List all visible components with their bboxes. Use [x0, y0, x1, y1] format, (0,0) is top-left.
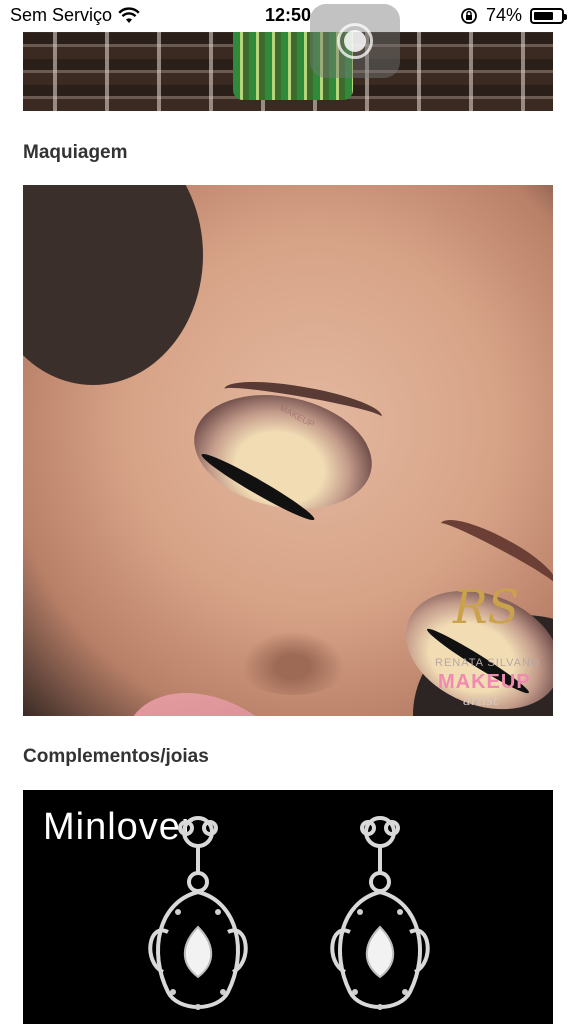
jewelry-photo[interactable]: Minlover	[23, 790, 553, 1024]
hair-left	[23, 185, 203, 385]
previous-section-photo[interactable]	[23, 32, 553, 111]
makeup-photo[interactable]: MAKEUP RS RENATA SILVANO MAKEUP artist	[23, 185, 553, 716]
watermark-artist: artist	[463, 694, 499, 709]
battery-percent: 74%	[485, 5, 522, 25]
watermark-name: RENATA SILVANO	[435, 657, 541, 669]
assistive-touch-button[interactable]	[310, 4, 400, 78]
nose-shading	[233, 625, 353, 695]
battery-fill	[534, 11, 553, 20]
section-heading-makeup: Maquiagem	[23, 142, 128, 163]
battery-icon	[530, 7, 567, 24]
status-right: 74%	[460, 5, 567, 26]
earring-right	[330, 816, 430, 1010]
status-bar: Sem Serviço 12:50 74%	[0, 0, 576, 32]
assistive-touch-dot	[344, 30, 366, 52]
section-heading-jewelry: Complementos/joias	[23, 746, 209, 767]
earring-left	[148, 816, 248, 1010]
watermark-makeup: MAKEUP	[438, 671, 531, 693]
watermark-monogram: RS	[453, 580, 520, 634]
orientation-lock-icon	[461, 7, 477, 24]
